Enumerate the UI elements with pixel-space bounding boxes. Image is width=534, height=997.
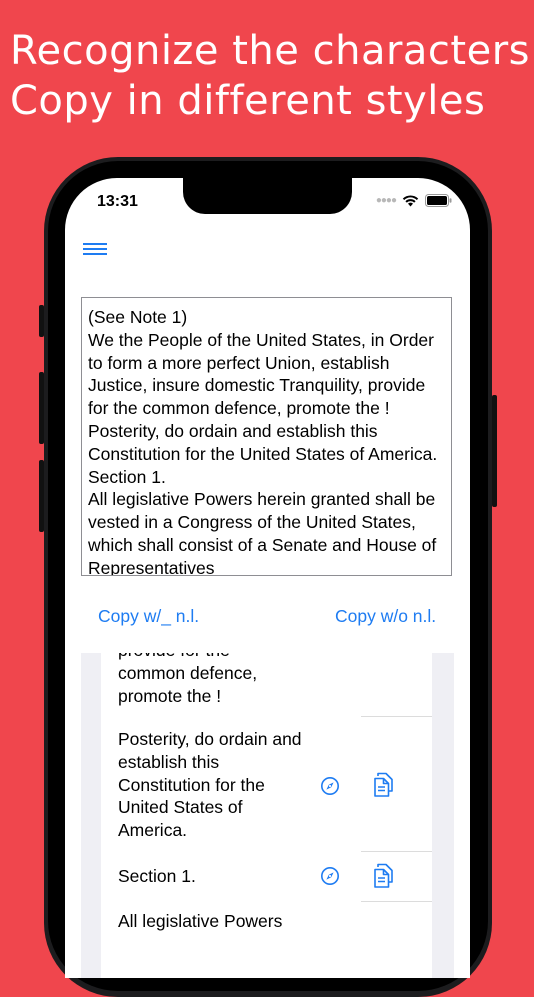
sentence-list-card: provide for the common defence, promote … — [101, 653, 432, 978]
headline-line-2: Copy in different styles — [10, 78, 486, 124]
hamburger-menu-icon[interactable] — [83, 240, 107, 260]
text-line: (See Note 1) — [88, 307, 188, 327]
text-line: Justice, insure domestic Tranquility, pr… — [88, 375, 426, 396]
list-item-line: common defence, — [118, 662, 258, 683]
copy-without-newline-button[interactable]: Copy w/o n.l. — [335, 606, 436, 627]
mute-switch — [39, 305, 44, 337]
notch — [183, 178, 352, 214]
text-line: We the People of the United States, in O… — [88, 329, 434, 350]
list-item-line: America. — [118, 820, 188, 841]
volume-down-button — [39, 460, 44, 532]
power-button — [492, 395, 497, 507]
row-separator — [361, 851, 432, 852]
headline-line-1: Recognize the characters — [10, 28, 530, 74]
list-item-line: All legislative Powers — [118, 911, 283, 931]
text-line: Representatives — [88, 557, 215, 576]
list-item-line: United States of — [118, 797, 243, 818]
menu-bar — [83, 253, 107, 255]
list-item-line: Posterity, do ordain and — [118, 729, 302, 749]
wifi-icon — [402, 195, 419, 207]
row-separator — [361, 716, 432, 717]
sentence-list[interactable]: provide for the common defence, promote … — [81, 653, 454, 978]
battery-icon — [425, 194, 452, 207]
copy-with-newline-button[interactable]: Copy w/_ n.l. — [98, 606, 199, 627]
list-item-line: Section 1. — [118, 866, 196, 886]
menu-bar — [83, 243, 107, 245]
volume-up-button — [39, 372, 44, 444]
text-line: which shall consist of a Senate and Hous… — [88, 534, 437, 555]
copy-document-icon[interactable] — [373, 772, 394, 798]
text-line: Constitution for the United States of Am… — [88, 443, 438, 464]
list-item-line: Constitution for the — [118, 774, 265, 795]
signal-dots: ●●●● — [375, 194, 397, 206]
text-line: Posterity, do ordain and establish this — [88, 420, 378, 441]
list-item[interactable]: provide for the common defence, promote … — [118, 653, 318, 707]
copy-button-row: Copy w/_ n.l. Copy w/o n.l. — [65, 606, 470, 630]
compass-icon[interactable] — [320, 866, 340, 886]
text-line: for the common defence, promote the ! — [88, 398, 390, 419]
list-item[interactable]: Section 1. — [118, 865, 318, 888]
menu-bar — [83, 248, 107, 250]
compass-icon[interactable] — [320, 776, 340, 796]
status-icons: ●●●● — [376, 194, 452, 207]
recognized-text-view[interactable]: (See Note 1) We the People of the United… — [81, 297, 452, 576]
list-item[interactable]: All legislative Powers — [118, 910, 318, 933]
list-item-line: promote the ! — [118, 685, 222, 706]
text-line: vested in a Congress of the United State… — [88, 512, 416, 533]
copy-document-icon[interactable] — [373, 863, 394, 889]
text-line: All legislative Powers herein granted sh… — [88, 489, 436, 510]
row-separator — [361, 901, 432, 902]
text-line: Section 1. — [88, 466, 166, 487]
promo-headline: Recognize the characters Copy in differe… — [10, 26, 530, 126]
list-item-line: establish this — [118, 751, 220, 772]
list-item[interactable]: Posterity, do ordain and establish this … — [118, 728, 318, 842]
list-item-line: provide for the — [118, 653, 318, 662]
text-line: to form a more perfect Union, establish — [88, 352, 390, 373]
status-time: 13:31 — [97, 193, 138, 210]
app-screen: 13:31 ●●●● (See Note 1) We the People of… — [65, 178, 470, 978]
